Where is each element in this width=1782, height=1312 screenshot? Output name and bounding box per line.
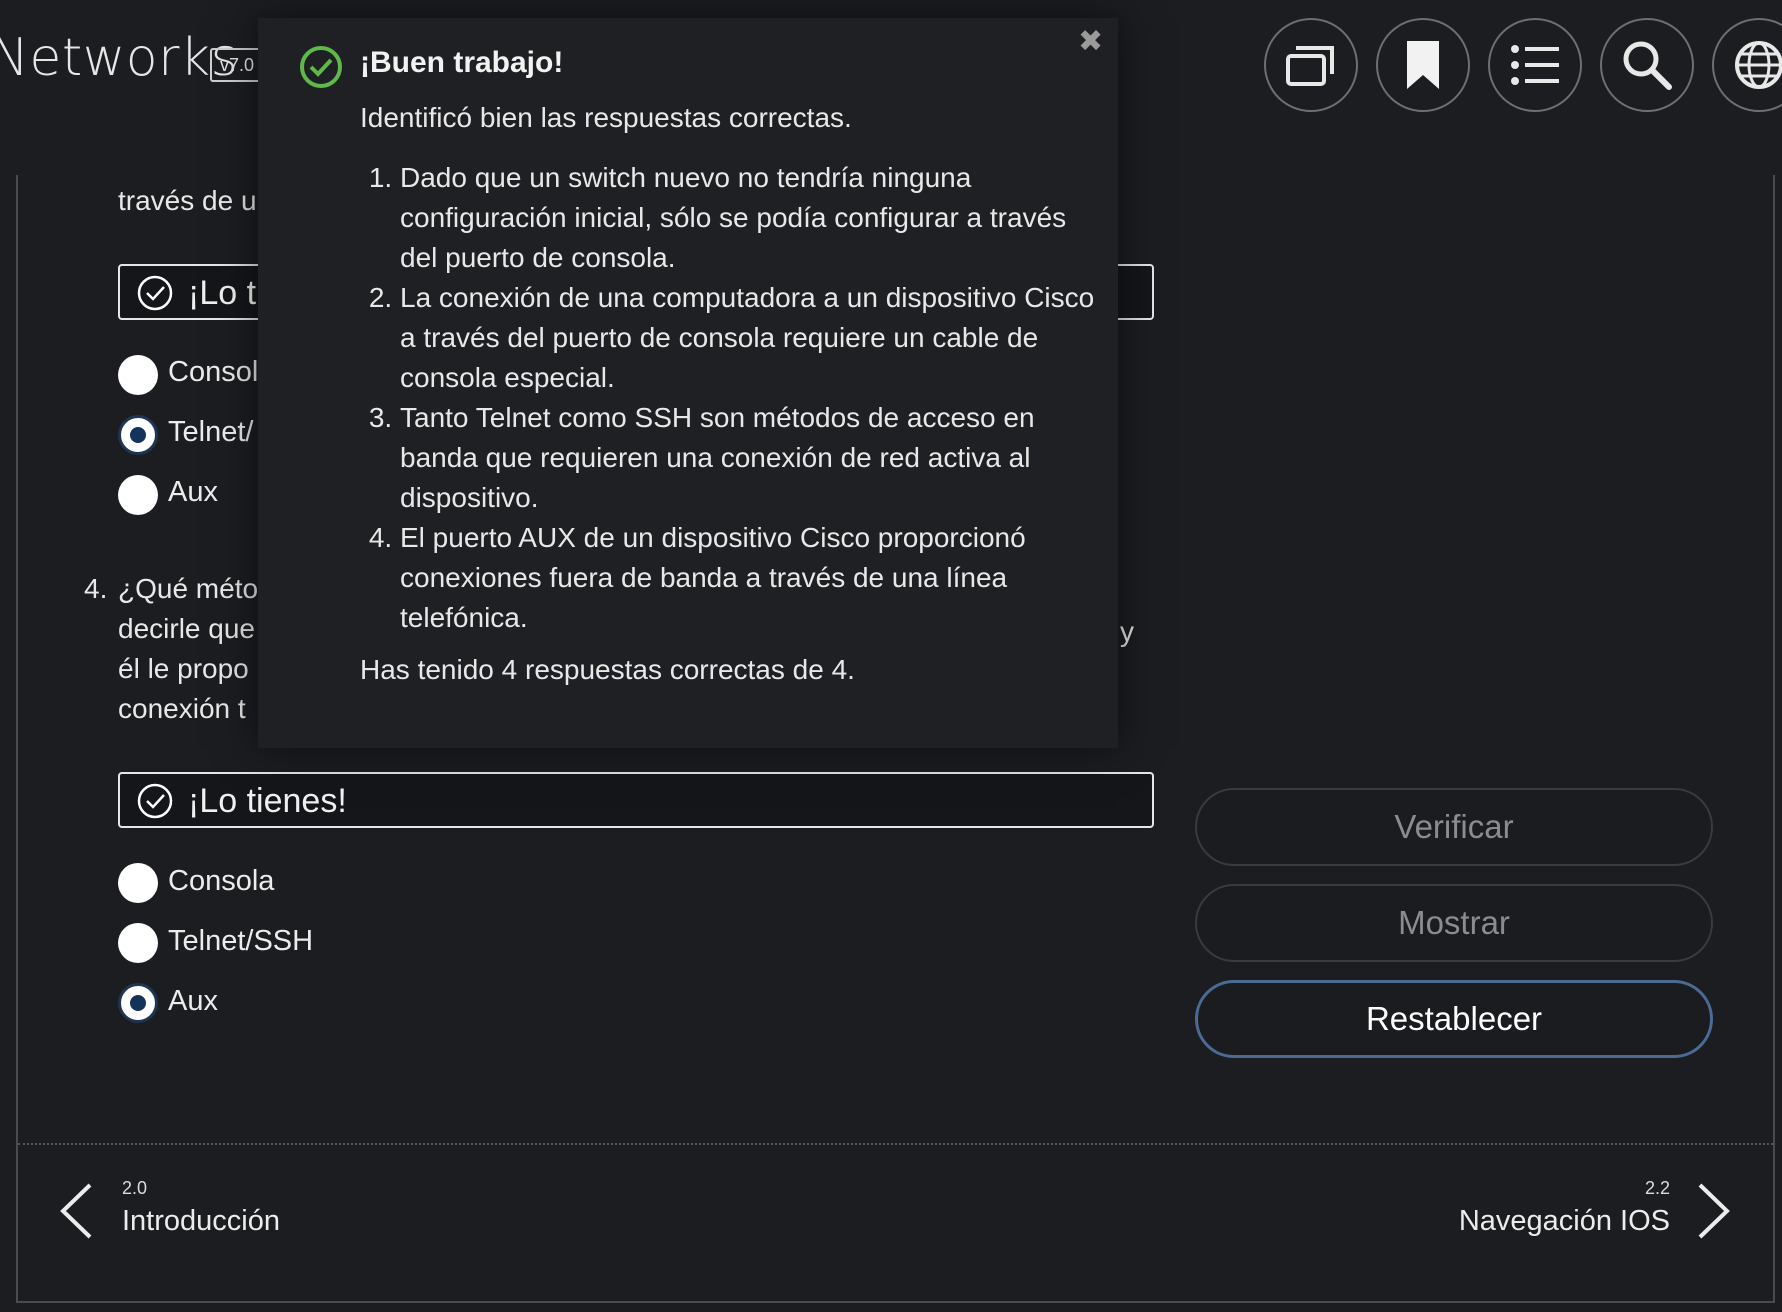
q3-radio-telnet[interactable] — [118, 415, 158, 455]
q4-label-aux[interactable]: Aux — [168, 985, 218, 1018]
search-icon — [1623, 41, 1672, 90]
question-4-line-1: ¿Qué méto — [118, 573, 259, 604]
explanation-item: El puerto AUX de un dispositivo Cisco pr… — [400, 518, 1100, 638]
bookmark-button[interactable] — [1376, 18, 1470, 112]
q3-label-aux[interactable]: Aux — [168, 476, 218, 509]
window-icon — [1286, 46, 1334, 86]
prev-page-number: 2.0 — [122, 1178, 148, 1198]
version-badge: v7.0 — [210, 48, 265, 82]
globe-icon — [1735, 41, 1782, 89]
q4-radio-aux[interactable] — [118, 983, 158, 1023]
question-4-line-2: decirle que — [118, 613, 255, 644]
explanation-list: Dado que un switch nuevo no tendría ning… — [360, 158, 1100, 638]
q3-radio-consola[interactable] — [118, 355, 158, 395]
chevron-left-icon[interactable] — [58, 1182, 94, 1240]
list-icon — [1511, 45, 1559, 85]
bookmark-icon — [1407, 41, 1439, 89]
chevron-right-icon[interactable] — [1696, 1182, 1732, 1240]
search-button[interactable] — [1600, 18, 1694, 112]
feedback-popup: ✖ ¡Buen trabajo! Identificó bien las res… — [258, 18, 1118, 748]
feedback-text: ¡Lo ti — [188, 274, 264, 312]
next-page-label: Navegación IOS — [1458, 1205, 1670, 1237]
prev-page-label: Introducción — [122, 1205, 280, 1237]
next-page-number: 2.2 — [1644, 1178, 1670, 1198]
divider — [18, 1143, 1773, 1145]
check-circle-icon — [137, 783, 173, 819]
close-icon[interactable]: ✖ — [1078, 24, 1103, 59]
language-button[interactable] — [1712, 18, 1782, 112]
q3-radio-aux[interactable] — [118, 475, 158, 515]
q4-label-consola[interactable]: Consola — [168, 865, 274, 898]
question-4-fragment: y — [1120, 616, 1134, 647]
feedback-text: ¡Lo tienes! — [188, 782, 347, 820]
score-text: Has tenido 4 respuestas correctas de 4. — [360, 654, 855, 685]
question-4-line-4: conexión t — [118, 693, 246, 724]
popup-title: ¡Buen trabajo! — [360, 46, 564, 79]
q3-label-consola[interactable]: Consol — [168, 356, 258, 389]
prev-page-link[interactable]: 2.0 Introducción — [122, 1178, 280, 1238]
q4-radio-consola[interactable] — [118, 863, 158, 903]
question-4-number: 4. — [84, 573, 108, 604]
explanation-item: Dado que un switch nuevo no tendría ning… — [400, 158, 1100, 278]
success-check-icon — [300, 46, 342, 88]
question-4-feedback: ¡Lo tienes! — [118, 772, 1154, 828]
popup-intro: Identificó bien las respuestas correctas… — [360, 102, 852, 133]
check-circle-icon — [137, 275, 173, 311]
q3-label-telnet[interactable]: Telnet/ — [168, 416, 253, 449]
verify-button[interactable]: Verificar — [1195, 788, 1713, 866]
show-button[interactable]: Mostrar — [1195, 884, 1713, 962]
menu-button[interactable] — [1488, 18, 1582, 112]
q4-radio-telnet-ssh[interactable] — [118, 923, 158, 963]
reset-button[interactable]: Restablecer — [1195, 980, 1713, 1058]
app-title: Networks — [0, 28, 239, 88]
q4-label-telnet-ssh[interactable]: Telnet/SSH — [168, 925, 313, 958]
window-button[interactable] — [1264, 18, 1358, 112]
explanation-item: Tanto Telnet como SSH son métodos de acc… — [400, 398, 1100, 518]
question-3-text: través de u — [118, 185, 257, 216]
next-page-link[interactable]: 2.2 Navegación IOS — [1459, 1178, 1670, 1238]
explanation-item: La conexión de una computadora a un disp… — [400, 278, 1100, 398]
question-4-line-3: él le propo — [118, 653, 249, 684]
